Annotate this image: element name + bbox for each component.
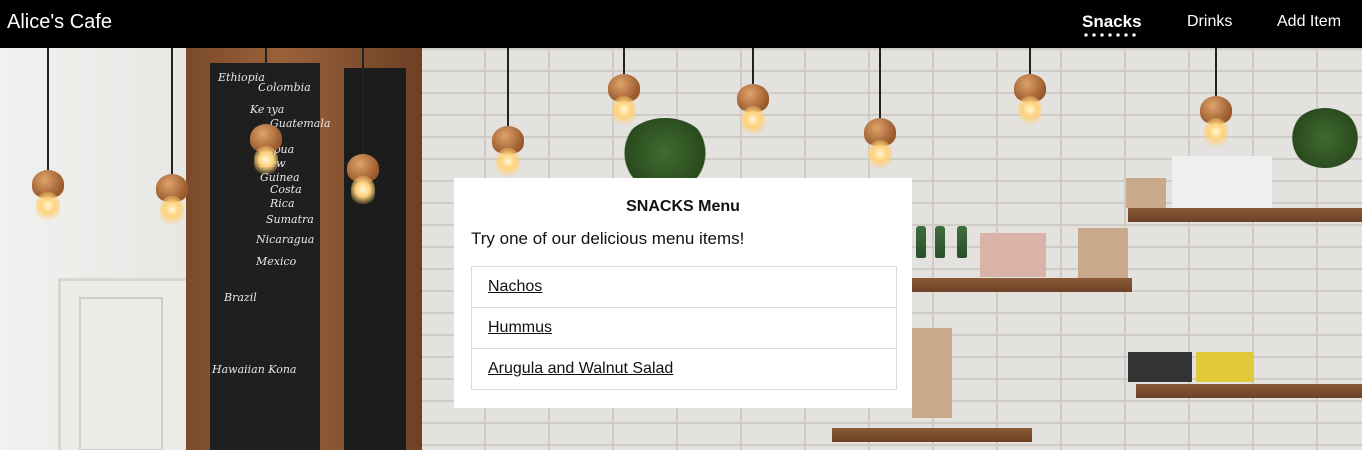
nav-link-add-item[interactable]: Add Item bbox=[1277, 12, 1341, 32]
box-image bbox=[1126, 178, 1166, 208]
pendant-light bbox=[1198, 48, 1234, 148]
plant-image bbox=[1290, 108, 1360, 168]
bottle-image bbox=[957, 226, 967, 258]
chalk-line: Sumatra bbox=[266, 213, 314, 226]
shelf bbox=[832, 428, 1032, 442]
active-dots bbox=[1082, 33, 1138, 37]
door-panel bbox=[79, 297, 163, 450]
pendant-light bbox=[1012, 48, 1048, 126]
basket-image bbox=[1172, 156, 1272, 208]
pendant-light bbox=[248, 48, 284, 176]
menu-item: Arugula and Walnut Salad bbox=[472, 349, 896, 390]
menu-list: Nachos Hummus Arugula and Walnut Salad bbox=[471, 266, 897, 390]
shelf bbox=[912, 278, 1132, 292]
shelf bbox=[1128, 208, 1362, 222]
bag-image bbox=[1078, 228, 1128, 278]
menu-item: Nachos bbox=[472, 267, 896, 308]
shelf bbox=[1136, 384, 1362, 398]
chalk-line: Brazil bbox=[224, 291, 257, 304]
chalkboard-coffee bbox=[344, 68, 406, 450]
pendant-light bbox=[606, 48, 642, 126]
menu-item-link-arugula-salad[interactable]: Arugula and Walnut Salad bbox=[488, 360, 673, 378]
chalk-line: Mexico bbox=[256, 255, 297, 268]
menu-item: Hummus bbox=[472, 308, 896, 349]
box-image bbox=[912, 328, 952, 418]
door-image bbox=[58, 278, 194, 450]
menu-description: Try one of our delicious menu items! bbox=[471, 229, 745, 248]
basket-image bbox=[1196, 352, 1254, 382]
chalk-line: Kenya bbox=[250, 103, 285, 116]
pendant-light bbox=[735, 48, 771, 136]
chalk-line: Costa Rica bbox=[270, 183, 302, 210]
menu-item-link-hummus[interactable]: Hummus bbox=[488, 319, 552, 337]
navbar: Alice's Cafe Snacks Drinks Add Item bbox=[0, 0, 1362, 48]
chalk-line: Nicaragua bbox=[256, 233, 315, 246]
pendant-light bbox=[490, 48, 526, 178]
pendant-light bbox=[154, 48, 190, 226]
menu-item-link-nachos[interactable]: Nachos bbox=[488, 278, 542, 296]
bottle-image bbox=[916, 226, 926, 258]
pendant-light bbox=[30, 48, 66, 222]
nav-link-snacks[interactable]: Snacks bbox=[1082, 12, 1142, 32]
brand-link[interactable]: Alice's Cafe bbox=[7, 10, 112, 34]
pendant-light bbox=[345, 48, 381, 206]
chalk-line: Hawaiian Kona bbox=[212, 363, 297, 376]
pendant-light bbox=[862, 48, 898, 170]
menu-title: SNACKS Menu bbox=[626, 198, 740, 215]
box-image bbox=[980, 233, 1046, 277]
basket-image bbox=[1128, 352, 1192, 382]
nav-link-drinks[interactable]: Drinks bbox=[1187, 12, 1232, 32]
menu-card: SNACKS Menu Try one of our delicious men… bbox=[454, 178, 912, 408]
bottle-image bbox=[935, 226, 945, 258]
